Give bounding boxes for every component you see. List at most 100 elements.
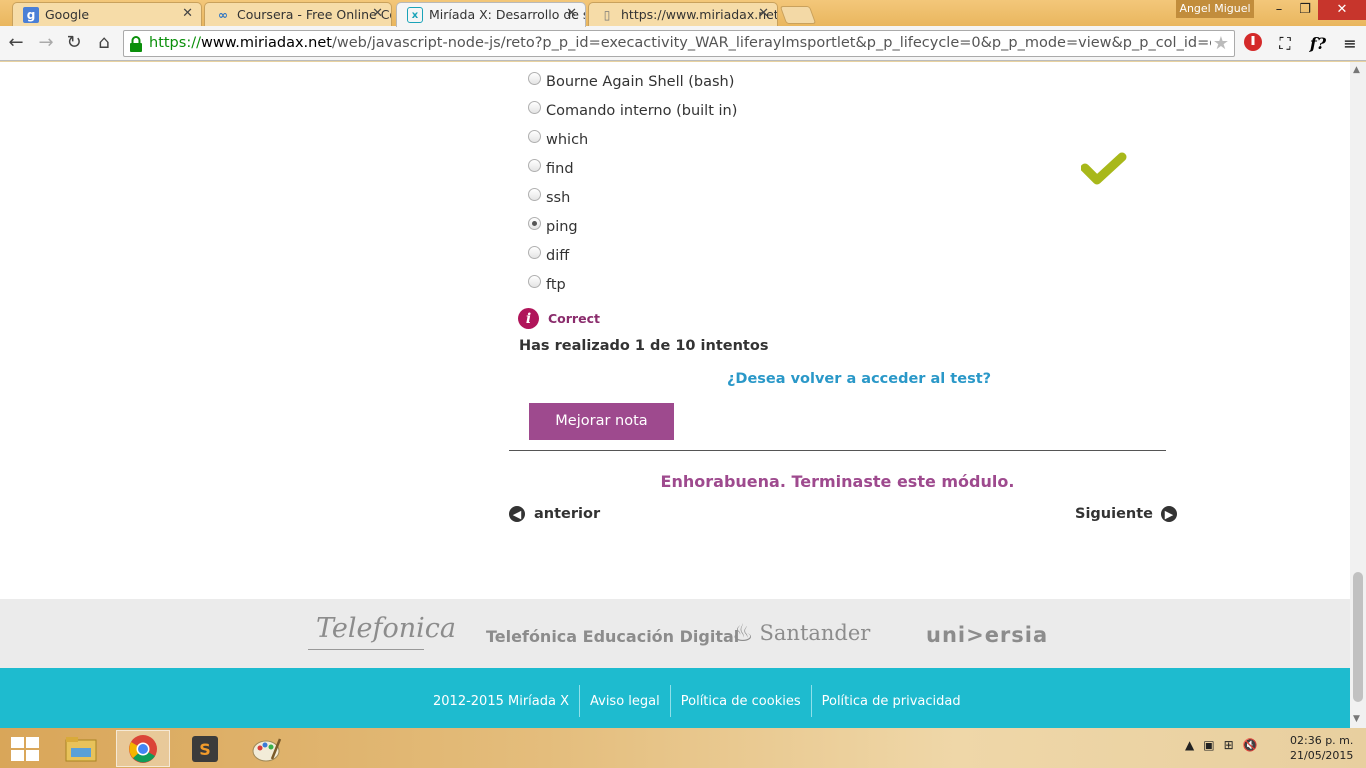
privacy-policy-link[interactable]: Política de privacidad [822, 694, 961, 709]
previous-link[interactable]: ◀ anterior [509, 506, 600, 522]
next-label: Siguiente [1075, 506, 1154, 522]
quiz-option[interactable]: Bourne Again Shell (bash) [528, 71, 734, 93]
file-explorer-icon[interactable] [54, 730, 108, 767]
radio-button[interactable] [528, 100, 541, 114]
forward-arrow-icon[interactable]: → [34, 31, 58, 55]
tab-title: Miríada X: Desarrollo de s [429, 7, 586, 22]
system-tray: ▲ ▣ ⊞ 🔇 [1185, 738, 1267, 752]
quiz-option[interactable]: diff [528, 245, 569, 267]
feedback-message: i Correct [518, 308, 600, 329]
legal-notice-link[interactable]: Aviso legal [590, 694, 660, 709]
option-label: ssh [546, 190, 571, 206]
divider [509, 450, 1166, 451]
windows-start-icon[interactable] [11, 737, 39, 761]
tab-close-icon[interactable]: ✕ [182, 6, 193, 21]
tray-expand-icon[interactable]: ▲ [1185, 738, 1194, 752]
tab-title: Coursera - Free Online Co [237, 7, 392, 22]
reload-icon[interactable]: ↻ [62, 31, 86, 55]
option-label: find [546, 161, 574, 177]
sponsors-bar: Telefonica Telefónica Educación Digital … [0, 599, 1350, 668]
ted-logo[interactable]: Telefónica Educación Digital [486, 627, 739, 646]
radio-button[interactable] [528, 187, 541, 201]
home-icon[interactable]: ⌂ [92, 31, 116, 55]
coursera-favicon-icon: ∞ [218, 8, 228, 22]
option-label: Bourne Again Shell (bash) [546, 74, 735, 90]
tab-close-icon[interactable]: ✕ [758, 6, 769, 21]
cookies-policy-link[interactable]: Política de cookies [681, 694, 801, 709]
copyright-text: 2012-2015 Miríada X [433, 693, 569, 709]
retry-test-link[interactable]: ¿Desea volver a acceder al test? [727, 371, 991, 387]
tab-close-icon[interactable]: ✕ [372, 6, 383, 21]
radio-button[interactable] [528, 129, 541, 143]
tray-device-icon[interactable]: ▣ [1203, 738, 1214, 752]
windows-taskbar: S ▲ ▣ ⊞ 🔇 02:36 p. m. 21/05/2015 [0, 728, 1366, 768]
option-label: ftp [546, 277, 566, 293]
google-favicon-icon: g [23, 7, 39, 23]
scrollbar-thumb[interactable] [1353, 572, 1363, 702]
footer-separator [579, 685, 580, 717]
volume-muted-icon[interactable]: 🔇 [1243, 738, 1258, 752]
tab-coursera[interactable]: ∞ Coursera - Free Online Co ✕ [204, 2, 392, 26]
quiz-option[interactable]: ftp [528, 274, 566, 296]
radio-button[interactable] [528, 71, 541, 85]
checkmark-icon [1081, 152, 1127, 185]
back-arrow-icon[interactable]: ← [4, 31, 28, 55]
minimize-button[interactable]: – [1266, 0, 1292, 20]
quiz-option[interactable]: ping [528, 216, 578, 238]
page-scrollbar[interactable]: ▲ ▼ [1350, 62, 1366, 728]
quiz-option[interactable]: Comando interno (built in) [528, 100, 737, 122]
page-content: Bourne Again Shell (bash) Comando intern… [0, 62, 1350, 728]
arrow-right-icon: ▶ [1161, 506, 1178, 522]
tab-miriadax-url[interactable]: ▯ https://www.miriadax.net/ ✕ [588, 2, 778, 26]
next-link[interactable]: Siguiente ▶ [1075, 506, 1178, 522]
url-text[interactable]: https://www.miriadax.net/web/javascript-… [149, 35, 1211, 51]
footer-separator [810, 685, 812, 717]
close-window-button[interactable]: ✕ [1318, 0, 1366, 20]
network-icon[interactable]: ⊞ [1224, 738, 1234, 752]
menu-icon[interactable]: ≡ [1338, 32, 1362, 56]
radio-button-selected[interactable] [528, 216, 541, 230]
site-footer: 2012-2015 Miríada X Aviso legal Política… [0, 668, 1350, 728]
telefonica-logo[interactable]: Telefonica [316, 613, 456, 644]
taskbar-clock[interactable]: 02:36 p. m. 21/05/2015 [1290, 733, 1353, 763]
tab-close-icon[interactable]: ✕ [566, 6, 577, 21]
clock-date: 21/05/2015 [1290, 749, 1354, 762]
sublime-text-icon[interactable]: S [178, 730, 232, 767]
option-label: Comando interno (built in) [546, 103, 738, 119]
miriadax-favicon-icon: x [407, 7, 423, 23]
radio-button[interactable] [528, 245, 541, 259]
universia-logo[interactable]: uni>ersia [926, 623, 1048, 647]
info-icon: i [518, 308, 539, 329]
option-label: which [546, 132, 589, 148]
feedback-text: Correct [548, 311, 600, 326]
tab-title: https://www.miriadax.net/ [621, 7, 778, 22]
profile-name[interactable]: Angel Miguel [1176, 0, 1254, 18]
quiz-option[interactable]: ssh [528, 187, 570, 209]
flame-icon: ♨ [732, 619, 754, 647]
scroll-up-icon[interactable]: ▲ [1353, 65, 1360, 75]
paint-icon[interactable] [240, 730, 294, 767]
radio-button[interactable] [528, 158, 541, 172]
previous-label: anterior [534, 506, 601, 522]
scroll-down-icon[interactable]: ▼ [1353, 714, 1360, 724]
page-favicon-icon: ▯ [603, 8, 611, 22]
extension-adblock-icon[interactable] [1241, 32, 1265, 56]
bookmark-star-icon[interactable]: ★ [1213, 33, 1229, 54]
quiz-option[interactable]: find [528, 158, 574, 180]
santander-logo[interactable]: ♨ Santander [732, 619, 870, 647]
tab-miriadax[interactable]: x Miríada X: Desarrollo de s ✕ [396, 2, 586, 27]
chrome-icon[interactable] [116, 730, 170, 767]
restore-button[interactable]: ❐ [1292, 0, 1318, 20]
address-bar[interactable]: https://www.miriadax.net/web/javascript-… [123, 30, 1235, 57]
arrow-left-icon: ◀ [509, 506, 525, 522]
improve-grade-button[interactable]: Mejorar nota [529, 403, 674, 440]
svg-text:S: S [199, 740, 211, 759]
radio-button[interactable] [528, 274, 541, 288]
new-tab-button[interactable] [779, 6, 817, 24]
quiz-option[interactable]: which [528, 129, 588, 151]
fullscreen-extension-icon[interactable]: ⛶ [1273, 32, 1297, 56]
font-extension-icon[interactable]: f? [1306, 32, 1330, 56]
option-label: ping [546, 219, 578, 235]
lock-icon [130, 36, 142, 52]
tab-google[interactable]: g Google ✕ [12, 2, 202, 26]
